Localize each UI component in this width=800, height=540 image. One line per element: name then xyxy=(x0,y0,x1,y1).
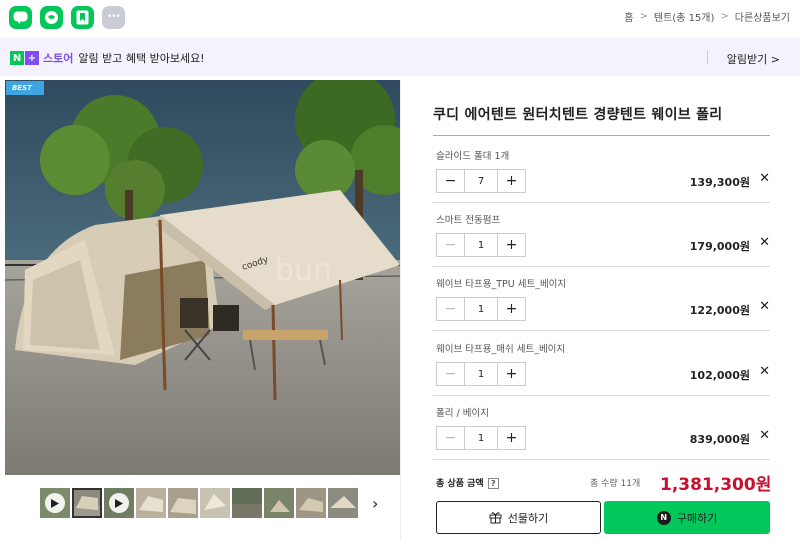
breadcrumb-separator: > xyxy=(639,11,648,22)
remove-option-icon[interactable]: ✕ xyxy=(759,235,770,250)
notification-banner: N + 스토어 알림 받고 혜택 받아보세요! 알림받기 > xyxy=(0,38,800,76)
naver-plus-store-logo: N + 스토어 알림 받고 혜택 받아보세요! xyxy=(10,50,205,66)
play-icon xyxy=(45,493,65,513)
quantity-value[interactable]: 1 xyxy=(464,298,498,320)
increase-button[interactable]: + xyxy=(498,170,525,192)
total-price: 1,381,300원 xyxy=(660,475,772,495)
quantity-value[interactable]: 7 xyxy=(464,170,498,192)
play-icon xyxy=(109,493,129,513)
receive-alert-button[interactable]: 알림받기 > xyxy=(727,51,780,67)
thumbnail-video[interactable] xyxy=(40,488,70,518)
decrease-button[interactable]: − xyxy=(437,234,464,256)
total-price-label: 총 상품 금액? xyxy=(436,476,499,489)
title-divider xyxy=(433,135,770,136)
top-bar: ••• 홈 > 텐트(총 15개) > 다른상품보기 xyxy=(0,0,800,34)
thumbnail[interactable] xyxy=(328,488,358,518)
increase-button[interactable]: + xyxy=(498,427,525,449)
remove-option-icon[interactable]: ✕ xyxy=(759,299,770,314)
option-price: 139,300원 xyxy=(689,176,750,189)
breadcrumb-category[interactable]: 텐트(총 15개) xyxy=(654,9,715,24)
breadcrumb-other-products[interactable]: 다른상품보기 xyxy=(735,9,790,24)
bookmark-app-icon[interactable] xyxy=(71,5,94,29)
decrease-button[interactable]: − xyxy=(437,170,464,192)
option-name: 웨이브 타프용_매쉬 세트_베이지 xyxy=(436,344,566,355)
option-row: 스마트 전동펌프 −1 +179,000원 ✕ xyxy=(433,202,770,267)
option-price: 102,000원 xyxy=(689,369,750,382)
decrease-button[interactable]: − xyxy=(437,363,464,385)
svg-text:bun: bun xyxy=(275,253,332,288)
banner-message: 알림 받고 혜택 받아보세요! xyxy=(78,52,205,65)
gift-button[interactable]: 선물하기 xyxy=(436,501,601,534)
increase-button[interactable]: + xyxy=(498,234,525,256)
quantity-value[interactable]: 1 xyxy=(464,234,498,256)
quantity-stepper: −1 + xyxy=(436,297,526,321)
thumbnail-selected[interactable] xyxy=(72,488,102,518)
option-name: 스마트 전동펌프 xyxy=(436,215,501,226)
help-icon[interactable]: ? xyxy=(487,478,499,489)
banner-divider xyxy=(707,50,708,64)
thumbnail[interactable] xyxy=(232,488,262,518)
option-row: 폴리 / 베이지 −1 +839,000원 ✕ xyxy=(433,395,770,460)
more-apps-icon[interactable]: ••• xyxy=(102,5,125,29)
breadcrumb: 홈 > 텐트(총 15개) > 다른상품보기 xyxy=(624,9,790,24)
option-name: 폴리 / 베이지 xyxy=(436,408,489,419)
remove-option-icon[interactable]: ✕ xyxy=(759,171,770,186)
thumbnail[interactable] xyxy=(264,488,294,518)
quantity-stepper: −7 + xyxy=(436,169,526,193)
thumbnail-strip xyxy=(40,488,358,518)
plus-icon: + xyxy=(25,51,39,65)
naver-n-icon: N xyxy=(10,51,24,65)
thumbnail-video[interactable] xyxy=(104,488,134,518)
product-main-image: coody bun xyxy=(5,80,400,475)
option-name: 슬라이드 폴대 1개 xyxy=(436,151,510,162)
option-name: 웨이브 타프용_TPU 세트_베이지 xyxy=(436,279,567,290)
quantity-value[interactable]: 1 xyxy=(464,363,498,385)
buy-button[interactable]: N 구매하기 xyxy=(604,501,770,534)
thumbnail[interactable] xyxy=(296,488,326,518)
quantity-stepper: −1 + xyxy=(436,426,526,450)
thumbnail[interactable] xyxy=(168,488,198,518)
panel-divider xyxy=(400,80,401,540)
option-row: 슬라이드 폴대 1개 −7 +139,300원 ✕ xyxy=(433,138,770,203)
blog-app-icon[interactable] xyxy=(9,5,32,29)
option-row: 웨이브 타프용_매쉬 세트_베이지 −1 +102,000원 ✕ xyxy=(433,331,770,396)
total-quantity: 총 수량 11개 xyxy=(590,479,641,489)
quantity-stepper: −1 + xyxy=(436,233,526,257)
increase-button[interactable]: + xyxy=(498,363,525,385)
thumbnail[interactable] xyxy=(200,488,230,518)
quantity-value[interactable]: 1 xyxy=(464,427,498,449)
breadcrumb-separator: > xyxy=(720,11,729,22)
option-price: 839,000원 xyxy=(689,433,750,446)
remove-option-icon[interactable]: ✕ xyxy=(759,428,770,443)
thumbnail-next-arrow-icon[interactable]: › xyxy=(372,494,378,513)
cafe-app-icon[interactable] xyxy=(40,5,63,29)
thumbnail[interactable] xyxy=(136,488,166,518)
remove-option-icon[interactable]: ✕ xyxy=(759,364,770,379)
decrease-button[interactable]: − xyxy=(437,298,464,320)
naver-pay-icon: N xyxy=(656,510,671,525)
decrease-button[interactable]: − xyxy=(437,427,464,449)
quantity-stepper: −1 + xyxy=(436,362,526,386)
breadcrumb-home[interactable]: 홈 xyxy=(624,9,633,24)
option-price: 122,000원 xyxy=(689,304,750,317)
product-title: 쿠디 에어텐트 원터치텐트 경량텐트 웨이브 폴리 xyxy=(433,107,723,123)
option-price: 179,000원 xyxy=(689,240,750,253)
increase-button[interactable]: + xyxy=(498,298,525,320)
best-badge: BEST xyxy=(6,81,44,95)
option-row: 웨이브 타프용_TPU 세트_베이지 −1 +122,000원 ✕ xyxy=(433,266,770,331)
store-label: 스토어 xyxy=(43,52,74,65)
gift-icon xyxy=(489,512,502,524)
